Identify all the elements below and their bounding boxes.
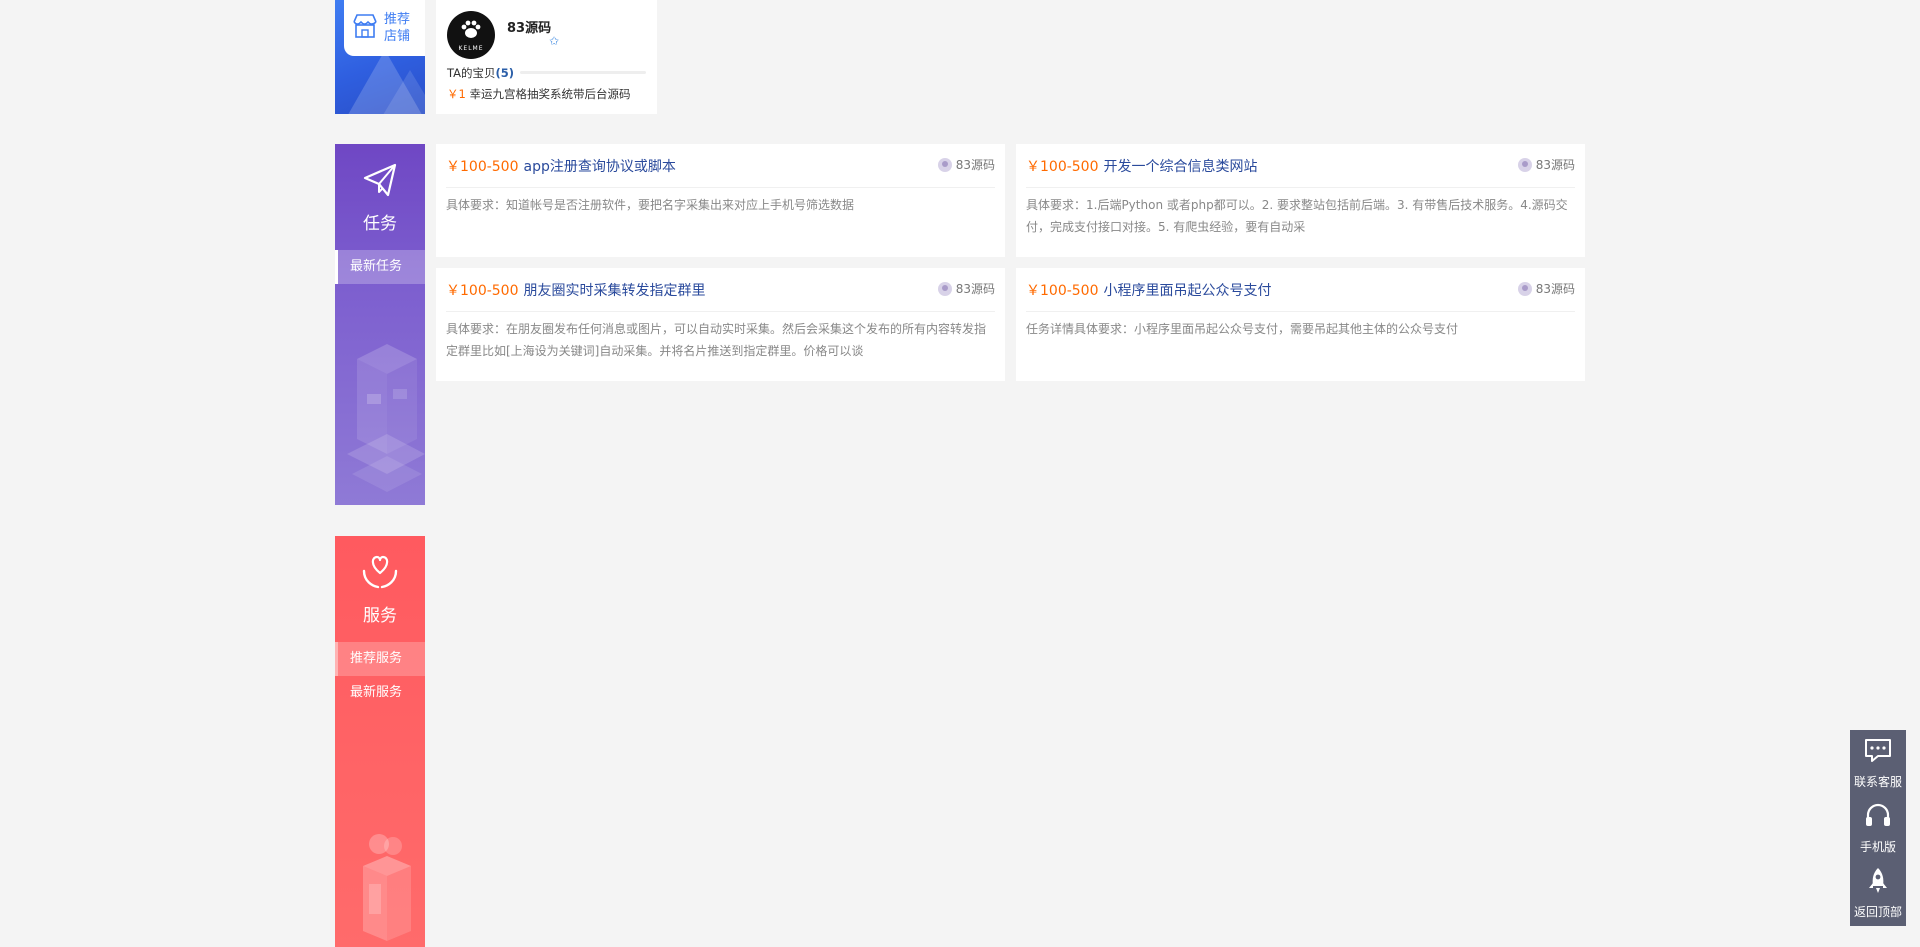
paper-plane-icon [361,161,399,203]
contact-support-label: 联系客服 [1853,774,1902,789]
store-card[interactable]: KELME 83源码 ✩ TA的宝贝(5) ￥1 幸运九宫格抽奖系统带后台源码 [436,0,657,114]
isometric-illustration [347,344,425,492]
task-owner[interactable]: 83源码 [1517,156,1575,173]
task-owner-name: 83源码 [1535,158,1575,172]
task-owner-name: 83源码 [955,282,995,296]
store-items-count: TA的宝贝(5) [447,65,514,81]
store-items-number: (5) [495,66,515,80]
nav-latest-services[interactable]: 最新服务 [335,676,425,710]
task-card-header: ￥100-500 朋友圈实时采集转发指定群里 83源码 [446,268,995,312]
back-to-top-label: 返回顶部 [1853,905,1902,920]
store-name[interactable]: 83源码 [507,17,551,36]
task-price: ￥100-500 [1026,158,1099,175]
mobile-version-button[interactable]: 手机版 [1850,795,1906,860]
rocket-icon [1863,866,1893,899]
task-card[interactable]: ￥100-500 开发一个综合信息类网站 83源码 具体要求：1.后端Pytho… [1016,144,1585,257]
task-owner[interactable]: 83源码 [937,280,995,297]
task-description: 具体要求：1.后端Python 或者php都可以。2. 要求整站包括前后端。3.… [1026,198,1568,234]
task-title[interactable]: 开发一个综合信息类网站 [1104,156,1258,176]
task-owner[interactable]: 83源码 [1517,280,1575,297]
task-description: 任务详情具体要求：小程序里面吊起公众号支付，需要吊起其他主体的公众号支付 [1026,322,1459,336]
recommended-store-tag[interactable]: 推荐店铺 [344,0,425,56]
divider [520,71,646,74]
store-logo[interactable]: KELME [447,11,495,59]
task-card[interactable]: ￥100-500 小程序里面吊起公众号支付 83源码 任务详情具体要求：小程序里… [1016,268,1585,381]
task-card-header: ￥100-500 开发一个综合信息类网站 83源码 [1026,144,1575,188]
task-description: 具体要求：在朋友圈发布任何消息或图片，可以自动实时采集。然后会采集这个发布的所有… [446,322,987,358]
task-owner-name: 83源码 [955,158,995,172]
hands-heart-icon [360,553,400,595]
task-card-header: ￥100-500 app注册查询协议或脚本 83源码 [446,144,995,188]
store-product-link[interactable]: ￥1 幸运九宫格抽奖系统带后台源码 [447,86,630,102]
task-section-sidebar: 任务 最新任务 [335,144,425,505]
task-owner-name: 83源码 [1535,282,1575,296]
task-price: ￥100-500 [446,158,519,175]
task-price: ￥100-500 [446,282,519,299]
paw-icon [460,19,482,43]
logo-text: KELME [458,44,484,52]
task-price: ￥100-500 [1026,282,1099,299]
service-section-title: 服务 [363,605,397,626]
mobile-version-label: 手机版 [1859,839,1896,854]
service-section-sidebar: 服务 推荐服务 最新服务 [335,536,425,947]
task-owner[interactable]: 83源码 [937,156,995,173]
task-title[interactable]: app注册查询协议或脚本 [524,156,676,176]
service-section-header[interactable]: 服务 [335,536,425,642]
product-name: 幸运九宫格抽奖系统带后台源码 [469,87,631,101]
nav-recommended-services[interactable]: 推荐服务 [335,642,425,676]
float-toolbar: 联系客服 手机版 返回顶部 [1850,730,1906,926]
avatar [937,157,952,172]
store-items-label: TA的宝贝 [447,66,496,80]
recommended-store-label: 推荐店铺 [384,12,411,44]
isometric-illustration [363,834,411,941]
product-price: ￥1 [447,87,466,101]
chat-icon [1863,736,1893,769]
avatar [1517,281,1532,296]
task-title[interactable]: 小程序里面吊起公众号支付 [1104,280,1272,300]
task-title[interactable]: 朋友圈实时采集转发指定群里 [524,280,706,300]
task-description: 具体要求：知道帐号是否注册软件，要把名字采集出来对应上手机号筛选数据 [446,198,855,212]
nav-latest-tasks[interactable]: 最新任务 [335,250,425,284]
task-card[interactable]: ￥100-500 朋友圈实时采集转发指定群里 83源码 具体要求：在朋友圈发布任… [436,268,1005,381]
task-card[interactable]: ￥100-500 app注册查询协议或脚本 83源码 具体要求：知道帐号是否注册… [436,144,1005,257]
back-to-top-button[interactable]: 返回顶部 [1850,861,1906,926]
storefront-icon [350,11,380,45]
headset-icon [1863,801,1893,834]
task-section-header[interactable]: 任务 [335,144,425,250]
avatar [1517,157,1532,172]
avatar [937,281,952,296]
star-icon: ✩ [549,34,560,48]
decorative-shape [380,70,425,114]
contact-support-button[interactable]: 联系客服 [1850,730,1906,795]
task-section-title: 任务 [363,213,397,234]
task-card-header: ￥100-500 小程序里面吊起公众号支付 83源码 [1026,268,1575,312]
